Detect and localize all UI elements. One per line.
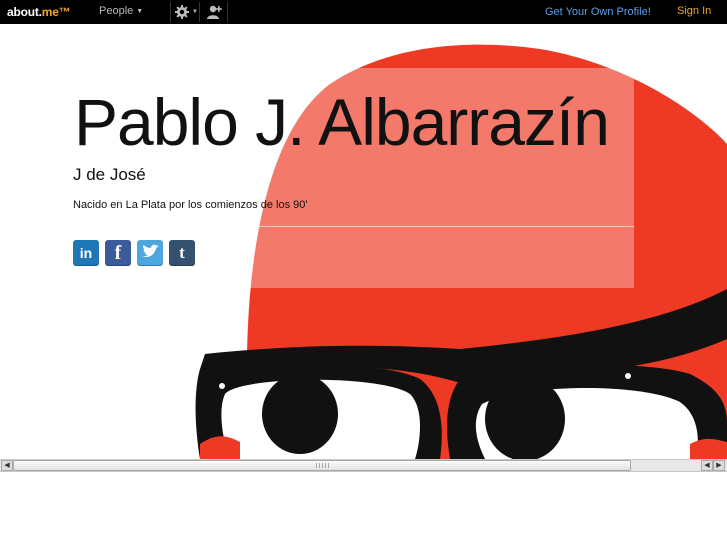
profile-bio: Nacido en La Plata por los comienzos de …: [73, 199, 308, 211]
about-me-logo[interactable]: about.me™: [7, 5, 71, 19]
logo-prefix: about.: [7, 5, 42, 19]
settings-chevron-down-icon: ▼: [192, 9, 198, 15]
people-menu-label: People: [99, 5, 134, 17]
horizontal-scrollbar[interactable]: ◀ ◀ ▶: [0, 459, 727, 472]
chevron-down-icon: ▼: [136, 8, 144, 15]
profile-headline: J de José: [73, 165, 146, 184]
people-menu[interactable]: People ▼: [99, 5, 143, 17]
divider: [170, 2, 171, 22]
profile-divider: [58, 226, 634, 227]
top-navigation-bar: about.me™ People ▼ ▼ Get Your Own Profile…: [0, 0, 727, 24]
sign-in-link[interactable]: Sign In: [677, 5, 711, 17]
logo-suffix: me™: [41, 5, 71, 19]
get-your-own-profile-link[interactable]: Get Your Own Profile!: [545, 6, 651, 18]
bird-icon: [142, 244, 159, 257]
profile-background: Pablo J. Albarrazín J de José Nacido en …: [0, 24, 727, 459]
divider: [199, 2, 200, 22]
scroll-left-button-2[interactable]: ◀: [701, 460, 713, 471]
scroll-left-button[interactable]: ◀: [1, 460, 13, 471]
tumblr-glyph: t: [179, 243, 185, 262]
tumblr-icon[interactable]: t: [169, 240, 195, 266]
facebook-icon[interactable]: f: [105, 240, 131, 266]
linkedin-glyph: in: [79, 245, 93, 261]
profile-name: Pablo J. Albarrazín: [74, 85, 610, 159]
scrollbar-thumb[interactable]: [13, 460, 631, 471]
facebook-glyph: f: [114, 242, 122, 264]
twitter-icon[interactable]: [137, 240, 163, 266]
linkedin-icon[interactable]: in: [73, 240, 99, 266]
divider: [227, 2, 228, 22]
scrollbar-grip: [316, 463, 330, 468]
add-person-icon[interactable]: [206, 4, 222, 20]
gear-icon[interactable]: [174, 4, 190, 20]
scroll-right-button[interactable]: ▶: [713, 460, 725, 471]
